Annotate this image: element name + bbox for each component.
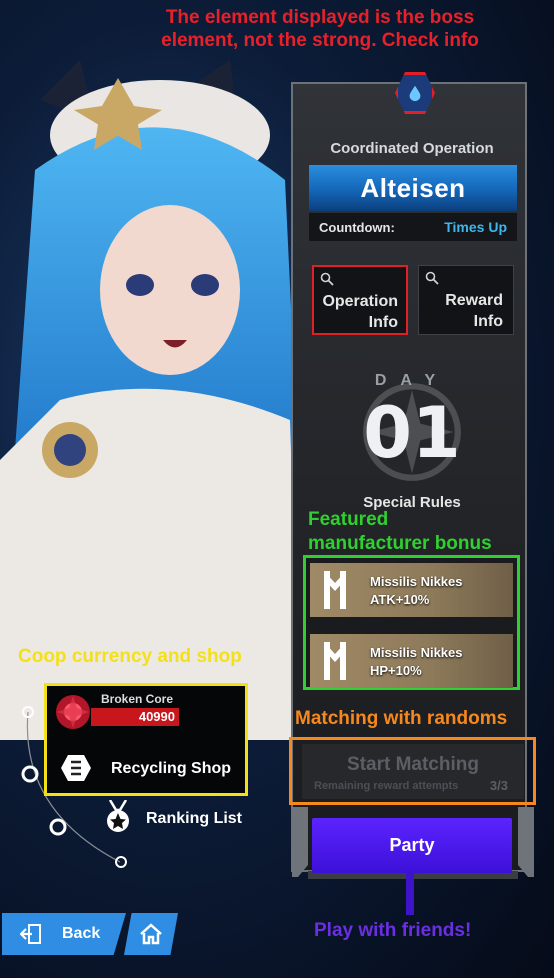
reward-info-label-line1: Reward: [445, 292, 503, 309]
boss-element-annotation: The element displayed is the boss elemen…: [110, 6, 530, 52]
countdown-label: Countdown:: [319, 219, 395, 235]
start-matching-button[interactable]: Start Matching Remaining reward attempts…: [302, 744, 524, 799]
water-drop-icon: [409, 85, 421, 102]
boss-name: Alteisen: [360, 172, 466, 203]
matching-annotation: Matching with randoms: [295, 708, 508, 729]
start-matching-label: Start Matching: [347, 754, 479, 775]
manufacturer-bonus-list: Missilis Nikkes ATK+10% Missilis Nikkes …: [303, 555, 520, 690]
ranking-medal-icon: [107, 800, 129, 832]
party-annotation: Play with friends!: [314, 920, 472, 941]
remaining-attempts-value: 3/3: [489, 778, 508, 793]
broken-core-label: Broken Core: [101, 692, 174, 706]
manufacturer-annotation-line2: manufacturer bonus: [308, 533, 492, 554]
day-label: DAY: [374, 372, 450, 389]
missilis-logo-icon: [324, 571, 346, 609]
broken-core-value: 40990: [138, 709, 175, 724]
bonus-value: ATK+10%: [370, 592, 430, 607]
reward-info-label-line2: Info: [473, 313, 503, 330]
boss-name-banner: Alteisen: [309, 165, 517, 211]
reward-info-button[interactable]: Reward Info: [418, 265, 514, 335]
magnifier-icon: [320, 272, 334, 286]
countdown-value: Times Up: [444, 219, 507, 235]
boss-element-annotation-line1: The element displayed is the boss: [165, 7, 475, 28]
magnifier-icon: [425, 271, 439, 285]
countdown-row: Countdown: Times Up: [309, 213, 517, 241]
ranking-list-button[interactable]: Ranking List: [146, 810, 242, 828]
party-button[interactable]: Party: [312, 818, 512, 873]
bonus-name: Missilis Nikkes: [370, 645, 463, 660]
day-indicator: DAY 01: [300, 370, 524, 481]
back-button[interactable]: Back: [2, 913, 126, 955]
operation-info-button[interactable]: Operation Info: [312, 265, 408, 335]
bonus-name: Missilis Nikkes: [370, 574, 463, 589]
bonus-value: HP+10%: [370, 663, 422, 678]
operation-info-label-line1: Operation: [322, 293, 398, 310]
bonus-row: Missilis Nikkes ATK+10%: [310, 563, 513, 617]
matching-highlight: Start Matching Remaining reward attempts…: [289, 737, 536, 805]
missilis-logo-icon: [324, 642, 346, 680]
operation-title: Coordinated Operation: [330, 140, 494, 157]
recycling-shop-icon: [61, 755, 91, 781]
boss-element-annotation-line2: element, not the strong. Check info: [161, 30, 479, 51]
exit-door-icon: [20, 924, 41, 944]
annotation-connector-purple: [406, 873, 414, 915]
coop-annotation: Coop currency and shop: [18, 646, 242, 667]
day-number: 01: [363, 392, 461, 474]
broken-core-counter: 40990: [91, 708, 179, 726]
recycling-shop-button[interactable]: Recycling Shop: [111, 760, 231, 778]
operation-info-label-line2: Info: [368, 314, 398, 331]
back-label: Back: [62, 925, 101, 942]
party-label: Party: [389, 835, 435, 855]
remaining-attempts-label: Remaining reward attempts: [314, 780, 459, 792]
coop-currency-shop: Broken Core 40990 Recycling Shop: [44, 683, 248, 796]
home-button[interactable]: [124, 913, 178, 955]
manufacturer-annotation-line1: Featured: [308, 509, 389, 530]
character-illustration: [0, 60, 300, 740]
broken-core-icon: [56, 695, 90, 729]
home-icon: [140, 923, 162, 945]
bonus-row: Missilis Nikkes HP+10%: [310, 634, 513, 688]
manufacturer-bonus-annotation: Featured manufacturer bonus: [308, 508, 538, 556]
